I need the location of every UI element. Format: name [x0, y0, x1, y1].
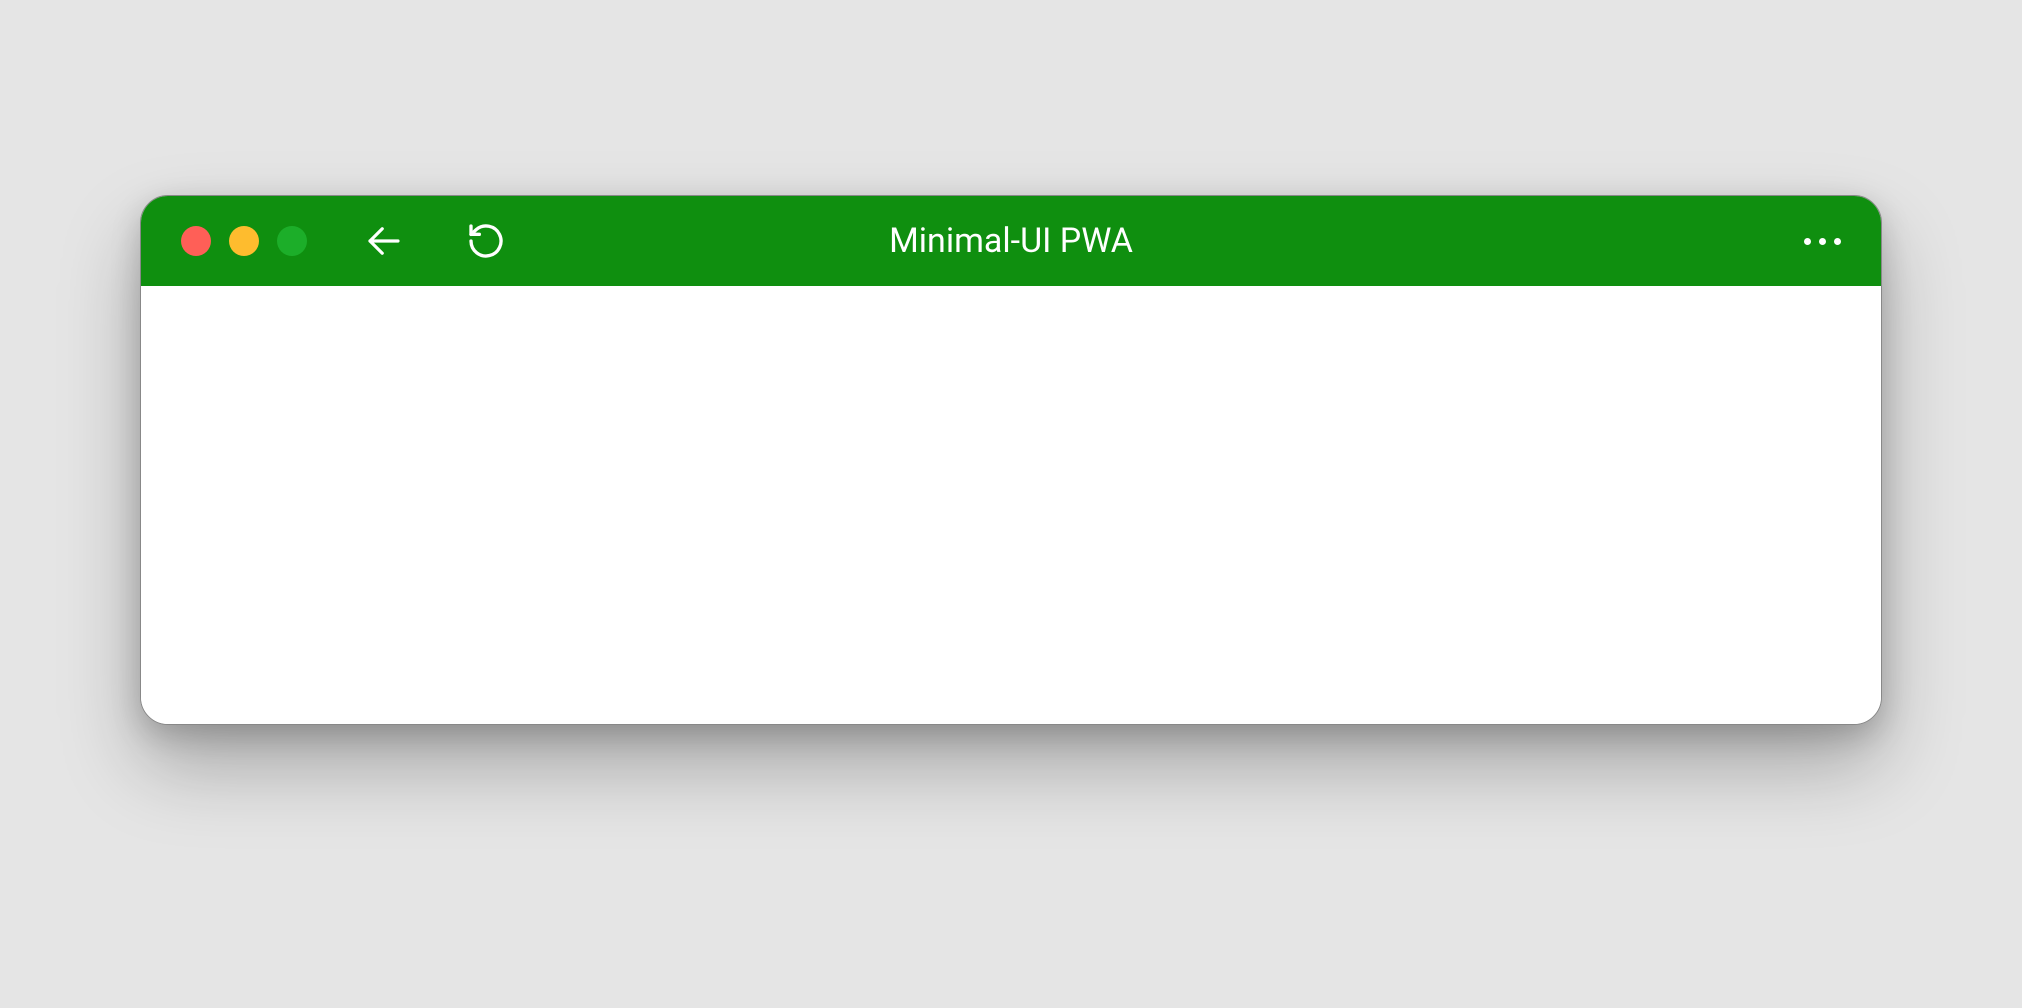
reload-button[interactable] — [464, 219, 508, 263]
app-window: Minimal-UI PWA — [140, 195, 1882, 725]
back-button[interactable] — [362, 219, 406, 263]
reload-icon — [466, 221, 506, 261]
nav-controls — [362, 219, 508, 263]
arrow-left-icon — [363, 220, 405, 262]
titlebar: Minimal-UI PWA — [141, 196, 1881, 286]
minimize-button[interactable] — [229, 226, 259, 256]
right-controls — [1794, 228, 1851, 255]
more-horizontal-icon — [1804, 238, 1811, 245]
content-area — [141, 286, 1881, 724]
traffic-lights — [181, 226, 307, 256]
close-button[interactable] — [181, 226, 211, 256]
maximize-button[interactable] — [277, 226, 307, 256]
window-title: Minimal-UI PWA — [889, 221, 1133, 261]
more-button[interactable] — [1794, 228, 1851, 255]
